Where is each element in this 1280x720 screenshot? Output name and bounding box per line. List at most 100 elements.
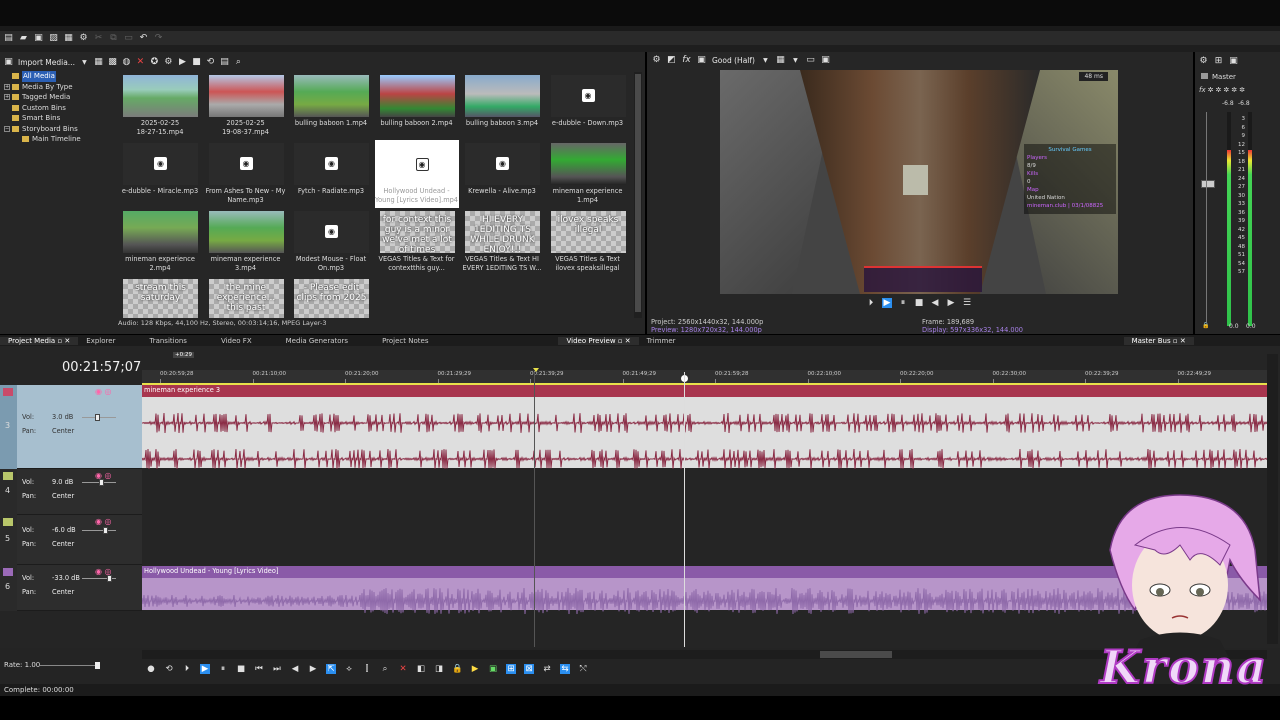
loop-icon[interactable]: ⟲ bbox=[164, 664, 174, 674]
tree-item-media-by-type[interactable]: + Media By Type bbox=[4, 82, 116, 93]
lock-icon[interactable]: 🔒 bbox=[452, 664, 463, 674]
tree-item-storyboard-bins[interactable]: − Storyboard Bins bbox=[4, 124, 116, 135]
volume-slider-knob[interactable] bbox=[107, 575, 112, 582]
fx-icon[interactable]: ✪ bbox=[150, 57, 159, 67]
zoom-tool-icon[interactable]: ⌕ bbox=[380, 664, 390, 674]
record-icon[interactable]: ● bbox=[146, 664, 156, 674]
track-mute-solo-icon[interactable]: ◉ ◎ bbox=[95, 517, 112, 526]
volume-slider[interactable] bbox=[82, 530, 116, 531]
media-item[interactable]: bulling baboon 2.mp4 bbox=[375, 72, 459, 140]
render-icon[interactable]: ▦ bbox=[64, 33, 73, 43]
media-item[interactable]: ◉ Krewella - Alive.mp3 bbox=[460, 140, 544, 208]
master-fader-track[interactable] bbox=[1206, 112, 1207, 322]
media-item[interactable]: ilovex speaks illegal VEGAS Titles & Text… bbox=[546, 208, 630, 276]
redo-icon[interactable]: ↷ bbox=[154, 33, 163, 43]
overlays-icon[interactable]: ▦ bbox=[776, 56, 785, 65]
tab-transitions[interactable]: Transitions bbox=[141, 337, 195, 345]
split-icon[interactable]: ⫿ bbox=[362, 664, 372, 674]
media-item[interactable]: 2025-02-25 18-27-15.mp4 bbox=[118, 72, 202, 140]
tab-video-preview[interactable]: Video Preview ▫ ✕ bbox=[558, 336, 639, 345]
properties-icon[interactable]: ⚙ bbox=[164, 57, 173, 67]
timeline-ruler[interactable]: 00:20:59;28 00:21:10;00 00:21:20;00 00:21:2… bbox=[142, 370, 1267, 384]
rate-slider-knob[interactable] bbox=[95, 662, 100, 669]
next-frame-icon[interactable]: ▶ bbox=[308, 664, 318, 674]
pin-icon[interactable]: ▫ bbox=[618, 337, 623, 345]
open-icon[interactable]: ▰ bbox=[19, 33, 28, 43]
media-item[interactable]: ◉ e-dubble - Down.mp3 bbox=[546, 72, 630, 140]
media-item[interactable]: ◉ From Ashes To New - My Name.mp3 bbox=[204, 140, 288, 208]
volume-slider-knob[interactable] bbox=[95, 414, 100, 421]
scrollbar-thumb[interactable] bbox=[635, 74, 641, 312]
auto-preview-icon[interactable]: ⟲ bbox=[206, 57, 215, 67]
close-icon[interactable]: ✕ bbox=[625, 337, 631, 345]
prev-frame-icon[interactable]: ◀ bbox=[930, 298, 940, 308]
pan-value[interactable]: Center bbox=[52, 427, 74, 435]
media-item[interactable]: mineman experience 1.mp4 bbox=[546, 140, 630, 208]
copy-icon[interactable]: ⧉ bbox=[109, 33, 118, 43]
trim-start-icon[interactable]: ◧ bbox=[416, 664, 426, 674]
fx-icon[interactable]: fx bbox=[1199, 86, 1206, 94]
media-item[interactable]: mineman experience 2.mp4 bbox=[118, 208, 202, 276]
rate-slider[interactable] bbox=[40, 665, 100, 666]
downmix-icon[interactable]: ⊞ bbox=[1214, 57, 1223, 66]
save-icon[interactable]: ▣ bbox=[34, 33, 43, 43]
media-item[interactable]: - Please edit clips from 2025 bbox=[289, 276, 373, 318]
media-item[interactable]: bulling baboon 1.mp4 bbox=[289, 72, 373, 140]
stop-icon[interactable]: ■ bbox=[236, 664, 246, 674]
tree-item-custom-bins[interactable]: Custom Bins bbox=[4, 103, 116, 114]
tab-video-fx[interactable]: Video FX bbox=[213, 337, 260, 345]
expand-icon[interactable]: − bbox=[4, 125, 10, 132]
ignore-grouping-icon[interactable]: ⤲ bbox=[578, 664, 588, 674]
menu-icon[interactable]: ☰ bbox=[962, 298, 972, 308]
import-media-button[interactable]: Import Media... bbox=[18, 58, 75, 67]
web-icon[interactable]: ◍ bbox=[122, 57, 131, 67]
vol-value[interactable]: 9.0 dB bbox=[52, 478, 73, 486]
tree-item-main-timeline[interactable]: Main Timeline bbox=[4, 134, 116, 145]
media-item[interactable]: mineman experience 3.mp4 bbox=[204, 208, 288, 276]
undo-icon[interactable]: ↶ bbox=[139, 33, 148, 43]
pan-icon[interactable]: ✲ bbox=[1223, 86, 1229, 94]
media-item[interactable]: bulling baboon 3.mp4 bbox=[460, 72, 544, 140]
chevron-down-icon[interactable]: ▼ bbox=[80, 58, 89, 67]
tab-trimmer[interactable]: Trimmer bbox=[639, 337, 684, 345]
volume-slider-knob[interactable] bbox=[103, 527, 108, 534]
close-icon[interactable]: ✕ bbox=[64, 337, 70, 345]
zoom-icon[interactable]: ⌕ bbox=[234, 57, 243, 67]
properties-icon[interactable]: ⚙ bbox=[79, 33, 88, 43]
expand-icon[interactable]: + bbox=[4, 83, 10, 90]
mute-icon[interactable]: ✲ bbox=[1208, 86, 1214, 94]
pause-icon[interactable]: ⏸ bbox=[898, 298, 908, 308]
fx-icon[interactable]: fx bbox=[682, 56, 691, 65]
auto-ripple-icon[interactable]: ⊠ bbox=[524, 664, 534, 674]
split-icon[interactable]: ◩ bbox=[667, 56, 676, 65]
close-icon[interactable]: ✕ bbox=[1180, 337, 1186, 345]
eq-icon[interactable]: ✲ bbox=[1231, 86, 1237, 94]
preview-device-icon[interactable]: ▣ bbox=[697, 56, 706, 65]
tree-item-tagged-media[interactable]: + Tagged Media bbox=[4, 92, 116, 103]
track-header[interactable]: 5 ◉ ◎ Vol: -6.0 dB Pan: Center bbox=[0, 515, 142, 565]
track-header[interactable]: 4 ◉ ◎ Vol: 9.0 dB Pan: Center bbox=[0, 469, 142, 515]
media-item[interactable]: for context this guy is a minor we've me… bbox=[375, 208, 459, 276]
play-icon[interactable]: ▶ bbox=[882, 298, 892, 308]
dim-icon[interactable]: ▣ bbox=[1229, 57, 1238, 66]
timeline-timecode[interactable]: 00:21:57;07 bbox=[62, 360, 141, 375]
save-snapshot-icon[interactable]: ▣ bbox=[821, 56, 830, 65]
route-icon[interactable]: ✲ bbox=[1239, 86, 1245, 94]
tab-project-media[interactable]: Project Media ▫ ✕ bbox=[0, 336, 79, 345]
gear-icon[interactable]: ⚙ bbox=[652, 56, 661, 65]
pan-value[interactable]: Center bbox=[52, 540, 74, 548]
pan-value[interactable]: Center bbox=[52, 492, 74, 500]
play-from-start-icon[interactable]: ⏵ bbox=[866, 298, 876, 308]
track-menu-icon[interactable] bbox=[3, 472, 13, 480]
preview-quality-select[interactable]: Good (Half) bbox=[712, 56, 755, 65]
delete-icon[interactable]: ✕ bbox=[398, 664, 408, 674]
audio-clip[interactable]: mineman experience 3 bbox=[142, 385, 1267, 470]
go-to-start-icon[interactable]: ⏮ bbox=[254, 664, 264, 674]
volume-slider-knob[interactable] bbox=[99, 479, 104, 486]
media-item[interactable]: ◉ e-dubble - Miracle.mp3 bbox=[118, 140, 202, 208]
play-from-start-icon[interactable]: ⏵ bbox=[182, 664, 192, 674]
lock-envelopes-icon[interactable]: ⇆ bbox=[560, 664, 570, 674]
get-media-icon[interactable]: ▩ bbox=[108, 57, 117, 67]
media-item[interactable]: ◉ Fytch - Radiate.mp3 bbox=[289, 140, 373, 208]
paste-icon[interactable]: ▭ bbox=[124, 33, 133, 43]
